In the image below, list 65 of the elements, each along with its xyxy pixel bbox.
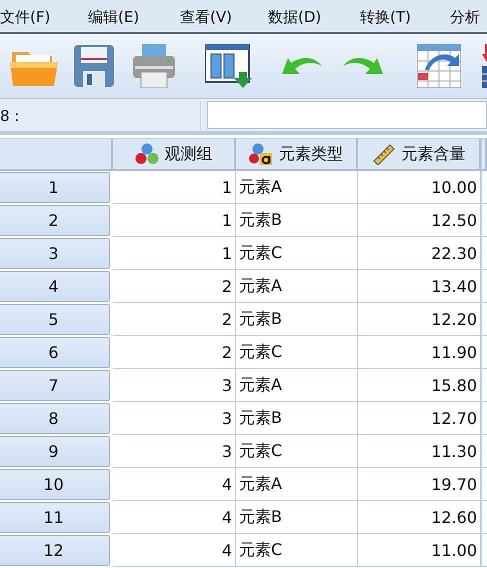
menu-item[interactable]: 文件(F) [0,8,60,27]
table-arrow-icon[interactable] [417,44,461,88]
table-cell: 1 [113,204,236,237]
table-cell: 11.90 [358,336,481,369]
table-cell: 19.70 [358,468,481,501]
row-number[interactable]: 8 [0,403,110,434]
row-number[interactable]: 4 [0,271,110,302]
table-cell: 4 [113,534,236,567]
table-cell: 11.30 [358,435,481,468]
table-cell: 10.00 [358,171,481,204]
table-cell: 12.20 [358,303,481,336]
table-cell: 1 [113,171,236,204]
table-cell: 元素B [236,501,358,534]
table-cell: 15.80 [358,369,481,402]
table-cell: 元素B [236,402,358,435]
table-cell: 22.30 [358,237,481,270]
table-cell: 3 [113,435,236,468]
table-cell: 3 [113,369,236,402]
table-cell: 4 [113,468,236,501]
menu-item[interactable]: 编辑(E) [88,8,150,27]
row-number[interactable]: 5 [0,304,110,335]
table-cell: 元素A [236,468,358,501]
table-cell: 2 [113,270,236,303]
column-header[interactable]: 元素含量 [358,138,481,171]
row-number[interactable]: 9 [0,436,110,467]
row-number[interactable]: 3 [0,238,110,269]
table-cell: 元素C [236,336,358,369]
table-cell: 元素A [236,369,358,402]
row-number[interactable]: 1 [0,172,110,203]
ruler-icon [372,143,396,165]
table-cell: 元素A [236,270,358,303]
row-number[interactable]: 6 [0,337,110,368]
menu-item[interactable]: 数据(D) [268,8,332,27]
cell-reference-label: 8 : [0,107,20,125]
table-cell: 3 [113,402,236,435]
nominal-measure-icon [134,143,158,165]
table-cell: 2 [113,303,236,336]
table-cell: 元素C [236,237,358,270]
table-cell: 元素B [236,204,358,237]
table-cell: 13.40 [358,270,481,303]
table-cell: 元素C [236,435,358,468]
row-number[interactable]: 7 [0,370,110,401]
table-cell: 1 [113,237,236,270]
cell-value-field[interactable] [207,101,487,129]
table-cell: 2 [113,336,236,369]
table-cell: 12.50 [358,204,481,237]
menu-item[interactable]: 查看(V) [180,8,242,27]
table-cell: 12.70 [358,402,481,435]
table-cell: 元素B [236,303,358,336]
row-number[interactable]: 2 [0,205,110,236]
table-cell: 元素A [236,171,358,204]
table-cell: 元素C [236,534,358,567]
dialog-icon[interactable] [205,44,253,88]
table-cell: 11.00 [358,534,481,567]
row-number[interactable]: 10 [0,469,110,500]
string-nominal-icon [249,143,273,165]
menu-item[interactable]: 转换(T) [360,8,421,27]
printer-icon[interactable] [133,44,175,88]
row-number[interactable]: 11 [0,502,110,533]
menu-item[interactable]: 分析 [450,8,487,27]
column-header[interactable]: 观测组 [113,138,236,171]
row-number[interactable]: 12 [0,535,110,566]
column-header[interactable]: 元素类型 [236,138,358,171]
table-cell: 12.60 [358,501,481,534]
table-cell: 4 [113,501,236,534]
